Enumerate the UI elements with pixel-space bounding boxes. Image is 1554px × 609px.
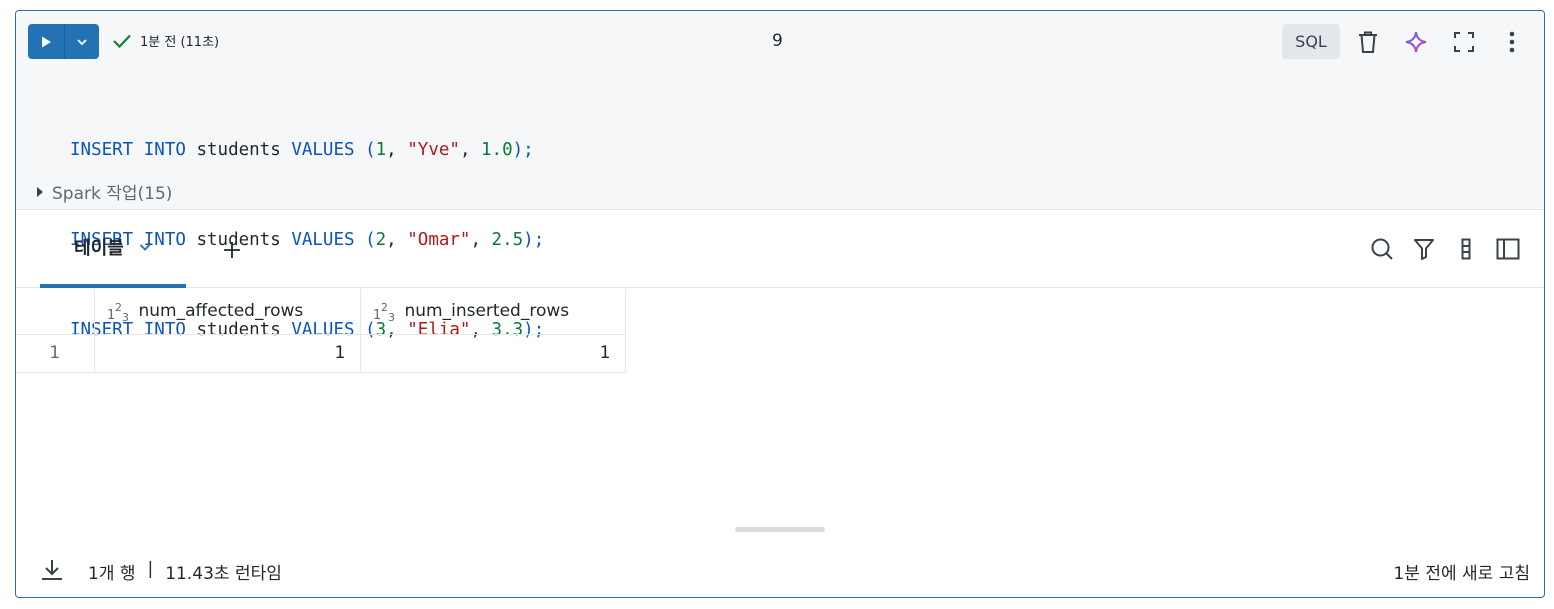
delete-button[interactable] <box>1348 24 1388 59</box>
results-toolbar <box>1364 231 1526 267</box>
spark-jobs-toggle[interactable]: Spark 작업(15) <box>36 179 172 204</box>
numeric-type-icon: 1 2 3 <box>107 301 129 322</box>
plus-icon <box>224 242 240 258</box>
column-header[interactable]: 1 2 3 num_inserted_rows <box>360 289 626 335</box>
stats-separator: | <box>147 559 154 579</box>
run-button-group <box>28 24 99 59</box>
results-footer: 1개 행 | 11.43초 런타임 1분 전에 새로 고침 <box>16 546 1544 597</box>
run-button[interactable] <box>28 24 65 59</box>
row-index-header <box>16 289 95 335</box>
svg-text:2: 2 <box>115 301 122 314</box>
column-header-label: num_affected_rows <box>138 301 304 322</box>
side-panel-icon <box>1496 238 1520 260</box>
add-visualization-button[interactable] <box>212 230 252 270</box>
column-options-button[interactable] <box>1448 231 1484 267</box>
columns-icon <box>1461 238 1471 260</box>
filter-icon <box>1414 239 1434 260</box>
results-table: 1 2 3 num_affected_rows 1 2 3 num_insert… <box>16 289 626 373</box>
download-icon <box>42 560 62 580</box>
cell-toolbar: SQL <box>1282 24 1532 59</box>
svg-text:2: 2 <box>381 301 388 314</box>
table-cell[interactable]: 1 <box>94 334 361 373</box>
check-icon <box>113 34 131 48</box>
table-header-row: 1 2 3 num_affected_rows 1 2 3 num_insert… <box>16 289 626 335</box>
numeric-type-icon: 1 2 3 <box>373 301 395 322</box>
tab-table[interactable]: 테이블 <box>40 210 186 288</box>
expand-icon <box>1454 31 1474 52</box>
execution-status: 1분 전 (11초) <box>112 31 219 50</box>
sparkle-icon <box>1405 31 1427 52</box>
trash-icon <box>1359 31 1377 53</box>
download-button[interactable] <box>36 554 68 586</box>
run-menu-button[interactable] <box>65 24 99 59</box>
language-selector[interactable]: SQL <box>1282 24 1340 59</box>
assistant-button[interactable] <box>1396 24 1436 59</box>
search-button[interactable] <box>1364 231 1400 267</box>
code-line: INSERT INTO students VALUES (1, "Yve", 1… <box>70 140 534 160</box>
chevron-down-icon <box>77 38 87 45</box>
fullscreen-button[interactable] <box>1444 24 1484 59</box>
svg-text:3: 3 <box>388 311 395 322</box>
resize-handle[interactable] <box>735 527 825 532</box>
column-header-label: num_inserted_rows <box>404 301 570 322</box>
caret-right-icon <box>37 186 43 197</box>
refresh-status: 1분 전에 새로 고침 <box>1393 564 1530 584</box>
cell-editor-area: 1분 전 (11초) 9 SQL INSERT INTO students VA… <box>16 11 1544 340</box>
search-icon <box>1371 238 1393 260</box>
results-tab-bar: 테이블 <box>16 210 1544 288</box>
table-cell[interactable]: 1 <box>360 334 626 373</box>
status-text: 1분 전 (11초) <box>140 35 220 50</box>
row-index: 1 <box>16 334 95 373</box>
table-row: 1 1 1 <box>16 334 626 373</box>
tab-table-label: 테이블 <box>74 238 124 259</box>
sidebar-toggle-button[interactable] <box>1490 231 1526 267</box>
row-count: 1개 행 <box>88 564 136 584</box>
notebook-cell: 1분 전 (11초) 9 SQL INSERT INTO students VA… <box>15 10 1545 598</box>
play-icon <box>42 36 51 47</box>
result-stats: 1개 행 | 11.43초 런타임 <box>88 559 282 584</box>
spark-jobs-label: Spark 작업(15) <box>52 184 173 204</box>
more-button[interactable] <box>1492 24 1532 59</box>
runtime: 11.43초 런타임 <box>165 564 282 584</box>
chevron-down-icon[interactable] <box>138 240 152 254</box>
svg-text:3: 3 <box>122 311 129 322</box>
more-vertical-icon <box>1509 31 1515 52</box>
cell-number: 9 <box>772 31 783 51</box>
filter-button[interactable] <box>1406 231 1442 267</box>
column-header[interactable]: 1 2 3 num_affected_rows <box>94 289 361 335</box>
